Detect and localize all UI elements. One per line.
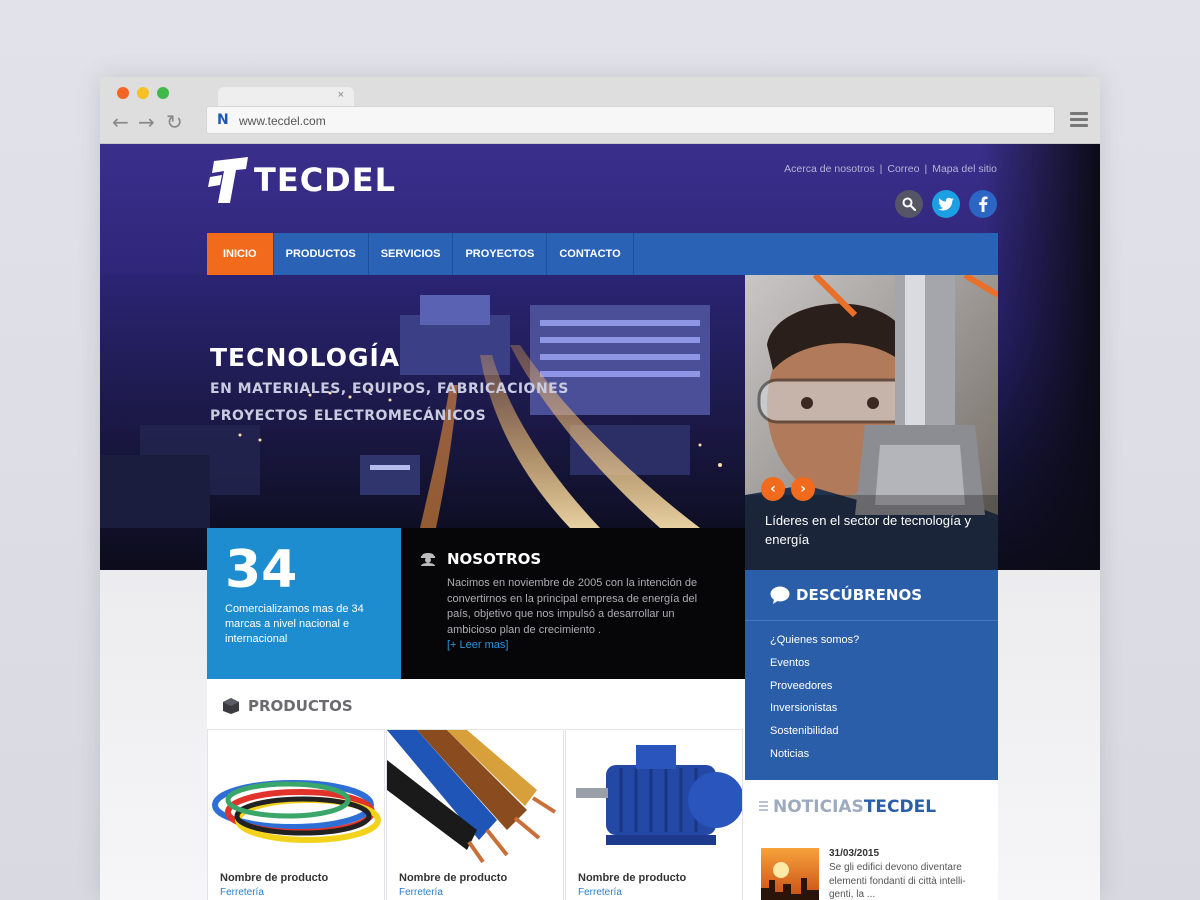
discover-link-noticias[interactable]: Noticias bbox=[770, 748, 809, 760]
products-title: PRODUCTOS bbox=[248, 697, 353, 715]
about-paragraph: Nacimos en noviembre de 2005 con la inte… bbox=[447, 577, 698, 636]
nav-item-contacto[interactable]: CONTACTO bbox=[547, 233, 634, 275]
stat-box: 34 Comercializamos mas de 34 marcas a ni… bbox=[207, 528, 401, 679]
product-image-cables bbox=[387, 730, 563, 863]
products-header: PRODUCTOS bbox=[222, 697, 353, 715]
facebook-icon[interactable] bbox=[969, 190, 997, 218]
close-window-button[interactable] bbox=[117, 87, 129, 99]
list-item: ¿Quienes somos? bbox=[770, 630, 859, 653]
product-image-motor bbox=[566, 730, 742, 863]
logo-text: TECDEL bbox=[254, 161, 396, 199]
nav-item-inicio[interactable]: INICIO bbox=[207, 233, 274, 275]
hero-city-image bbox=[100, 275, 745, 528]
list-item: Proveedores bbox=[770, 676, 859, 699]
stat-text: Comercializamos mas de 34 marcas a nivel… bbox=[225, 603, 364, 645]
link-separator: | bbox=[879, 163, 883, 175]
discover-link-proveedores[interactable]: Proveedores bbox=[770, 680, 832, 692]
tab-close-icon[interactable]: × bbox=[338, 89, 344, 101]
discover-panel: DESCÚBRENOS ¿Quienes somos? Eventos Prov… bbox=[745, 570, 998, 780]
products-section: PRODUCTOS Nombre de producto Ferretería bbox=[207, 679, 745, 900]
page-viewport: TECDEL Acerca de nosotros | Correo | Mapa de… bbox=[100, 144, 1100, 900]
discover-link-quienes-somos[interactable]: ¿Quienes somos? bbox=[770, 634, 859, 646]
discover-title: DESCÚBRENOS bbox=[796, 585, 923, 604]
hero-slider[interactable]: TECNOLOGÍA EN MATERIALES, EQUIPOS, FABRI… bbox=[100, 275, 745, 528]
link-sitemap[interactable]: Mapa del sitio bbox=[932, 163, 997, 175]
main-nav: INICIO PRODUCTOS SERVICIOS PROYECTOS CON… bbox=[207, 233, 998, 275]
discover-link-sostenibilidad[interactable]: Sostenibilidad bbox=[770, 725, 839, 737]
twitter-icon[interactable] bbox=[932, 190, 960, 218]
product-card[interactable]: Nombre de producto Ferretería bbox=[386, 729, 564, 900]
nav-item-proyectos[interactable]: PROYECTOS bbox=[453, 233, 548, 275]
logo-mark-icon bbox=[208, 157, 248, 203]
hero-subtitle-line1: EN MATERIALES, EQUIPOS, FABRICACIONES bbox=[210, 381, 569, 397]
box-icon bbox=[223, 698, 239, 714]
product-name: Nombre de producto bbox=[220, 872, 329, 884]
url-text[interactable]: www.tecdel.com bbox=[239, 114, 326, 128]
side-slide-caption: Líderes en el sector de tecnología y ene… bbox=[765, 513, 971, 547]
divider bbox=[745, 620, 998, 621]
slider-prev-button[interactable]: ‹ bbox=[761, 477, 785, 501]
news-date: 31/03/2015 bbox=[829, 848, 880, 859]
list-item: Inversionistas bbox=[770, 698, 859, 721]
slider-next-button[interactable]: › bbox=[791, 477, 815, 501]
discover-header: DESCÚBRENOS bbox=[770, 584, 922, 606]
product-category[interactable]: Ferretería bbox=[220, 887, 264, 898]
menu-icon[interactable] bbox=[1070, 112, 1088, 130]
news-title-part2: TECDEL bbox=[863, 797, 937, 817]
link-separator: | bbox=[924, 163, 928, 175]
maximize-window-button[interactable] bbox=[157, 87, 169, 99]
hero-title: TECNOLOGÍA bbox=[210, 343, 401, 372]
stat-number: 34 bbox=[225, 540, 298, 600]
news-thumbnail[interactable] bbox=[761, 848, 819, 900]
nav-item-productos[interactable]: PRODUCTOS bbox=[274, 233, 369, 275]
about-text: Nacimos en noviembre de 2005 con la inte… bbox=[447, 576, 721, 654]
list-lines-icon bbox=[759, 801, 768, 813]
product-name: Nombre de producto bbox=[578, 872, 687, 884]
worker-icon bbox=[421, 553, 435, 566]
discover-link-inversionistas[interactable]: Inversionistas bbox=[770, 702, 837, 714]
search-icon[interactable] bbox=[895, 190, 923, 218]
news-title-part1: NOTICIAS bbox=[773, 797, 864, 817]
reload-icon[interactable]: ↻ bbox=[166, 110, 183, 134]
product-category[interactable]: Ferretería bbox=[399, 887, 443, 898]
nav-item-servicios[interactable]: SERVICIOS bbox=[369, 233, 454, 275]
address-bar[interactable]: N www.tecdel.com bbox=[206, 106, 1055, 134]
news-header: NOTICIAS TECDEL bbox=[759, 797, 936, 817]
list-item: Eventos bbox=[770, 653, 859, 676]
minimize-window-button[interactable] bbox=[137, 87, 149, 99]
browser-chrome: × ← → ↻ N www.tecdel.com bbox=[100, 77, 1100, 144]
product-image-wires bbox=[208, 730, 384, 863]
top-links: Acerca de nosotros | Correo | Mapa del sitio bbox=[784, 163, 997, 175]
news-panel: NOTICIAS TECDEL 31/03/2015 Se gli edific… bbox=[745, 780, 998, 900]
link-about-us[interactable]: Acerca de nosotros bbox=[784, 163, 874, 175]
browser-tab[interactable]: × bbox=[218, 87, 354, 107]
product-name: Nombre de producto bbox=[399, 872, 508, 884]
about-title: NOSOTROS bbox=[447, 550, 542, 568]
site-logo[interactable]: TECDEL bbox=[208, 154, 396, 206]
list-item: Sostenibilidad bbox=[770, 721, 859, 744]
hero-subtitle-line2: PROYECTOS ELECTROMECÁNICOS bbox=[210, 408, 487, 424]
read-more-link[interactable]: [+ Leer mas] bbox=[447, 638, 721, 654]
about-box: NOSOTROS Nacimos en noviembre de 2005 co… bbox=[401, 528, 745, 679]
back-arrow-icon[interactable]: ← bbox=[112, 110, 129, 134]
link-mail[interactable]: Correo bbox=[887, 163, 919, 175]
site-favicon-icon: N bbox=[217, 112, 229, 128]
forward-arrow-icon[interactable]: → bbox=[138, 110, 155, 134]
news-excerpt[interactable]: Se gli edifici devono diventare elementi… bbox=[829, 861, 984, 900]
speech-bubble-icon bbox=[770, 586, 790, 604]
list-item: Noticias bbox=[770, 744, 859, 767]
side-slider[interactable]: ‹ › Líderes en el sector de tecnología y… bbox=[745, 275, 998, 570]
browser-window: × ← → ↻ N www.tecdel.com TECDEL Acerca d… bbox=[100, 77, 1100, 900]
discover-link-eventos[interactable]: Eventos bbox=[770, 657, 810, 669]
product-card[interactable]: Nombre de producto Ferretería bbox=[207, 729, 385, 900]
product-card[interactable]: Nombre de producto Ferretería bbox=[565, 729, 743, 900]
discover-list: ¿Quienes somos? Eventos Proveedores Inve… bbox=[770, 630, 859, 767]
product-category[interactable]: Ferretería bbox=[578, 887, 622, 898]
